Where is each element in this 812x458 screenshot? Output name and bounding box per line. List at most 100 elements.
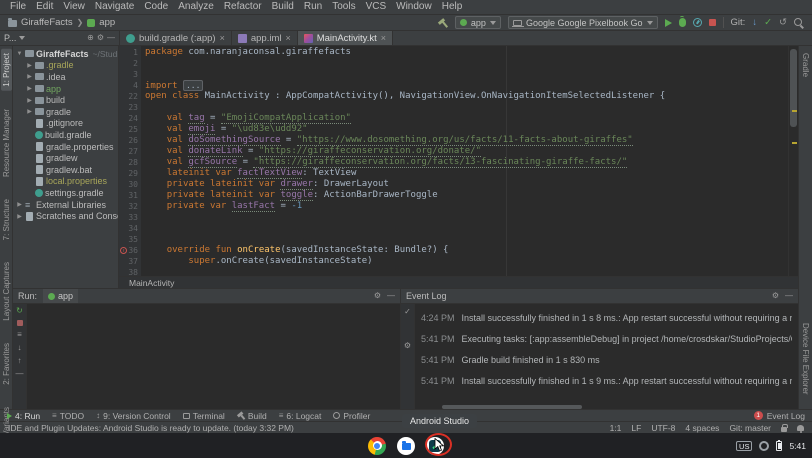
menu-item[interactable]: Edit — [31, 0, 58, 14]
run-toolbar-icon[interactable] — [16, 370, 24, 378]
code-line[interactable]: 27 val donateLink = "https://giraffecons… — [119, 146, 788, 157]
project-view-selector[interactable]: P... — [4, 33, 16, 43]
editor-tab[interactable]: app.iml — [232, 31, 298, 45]
debug-button[interactable] — [679, 18, 686, 27]
code-line[interactable]: 37 super.onCreate(savedInstanceState) — [119, 256, 788, 267]
run-toolbar-icon[interactable] — [16, 307, 23, 315]
code-line[interactable]: 25 val emoji = "\ud83e\udd92" — [119, 124, 788, 135]
tree-row[interactable]: ▶ .gradle — [13, 60, 118, 72]
event-log-strip-icon[interactable] — [404, 308, 411, 316]
close-tab-icon[interactable] — [381, 34, 386, 43]
tree-row[interactable]: gradlew.bat — [13, 164, 118, 176]
breadcrumb-project[interactable]: GiraffeFacts — [21, 17, 73, 28]
run-toolbar-icon[interactable] — [17, 320, 23, 326]
tree-row[interactable]: ▶ .idea — [13, 71, 118, 83]
toolwindow-button[interactable]: 6: Logcat — [279, 411, 322, 421]
line-separator[interactable]: LF — [631, 423, 641, 433]
tree-expand-arrow-icon[interactable]: ▶ — [16, 201, 23, 208]
run-console-output[interactable] — [27, 304, 400, 409]
code-line[interactable]: 22 open class MainActivity : AppCompatAc… — [119, 91, 788, 102]
tree-expand-arrow-icon[interactable]: ▶ — [26, 97, 33, 104]
editor-scrollbar[interactable] — [788, 46, 798, 276]
scrollbar-thumb[interactable] — [790, 49, 797, 127]
tree-row[interactable]: ▶ Scratches and Consoles — [13, 210, 118, 222]
tool-stripe-item-device-file-explorer[interactable]: Device File Explorer — [800, 319, 811, 399]
tree-expand-arrow-icon[interactable]: ▶ — [26, 62, 33, 69]
clock[interactable]: 5:41 — [789, 441, 806, 451]
menu-item[interactable]: Build — [267, 0, 299, 14]
indent-setting[interactable]: 4 spaces — [685, 423, 719, 433]
menu-item[interactable]: Tools — [327, 0, 360, 14]
code-line[interactable]: 26 val doSomethingSource = "https://www.… — [119, 135, 788, 146]
tree-row[interactable]: build.gradle — [13, 129, 118, 141]
tool-stripe-item-gradle[interactable]: Gradle — [800, 49, 811, 81]
menu-item[interactable]: Help — [437, 0, 468, 14]
tree-row[interactable]: .gitignore — [13, 118, 118, 130]
git-rollback-icon[interactable] — [779, 18, 787, 28]
tree-row[interactable]: settings.gradle — [13, 187, 118, 199]
run-toolbar-icon[interactable] — [18, 357, 22, 365]
code-line[interactable]: 35 — [119, 234, 788, 245]
code-line[interactable]: 4 import ... — [119, 80, 788, 91]
tree-row[interactable]: ▶ gradle — [13, 106, 118, 118]
caret-position[interactable]: 1:1 — [610, 423, 622, 433]
toolwindow-button[interactable]: TODO — [52, 411, 84, 421]
tray-status-icon[interactable] — [759, 441, 769, 451]
tree-row[interactable]: local.properties — [13, 176, 118, 188]
editor-tab[interactable]: build.gradle (:app) — [120, 31, 232, 45]
run-toolbar-icon[interactable] — [17, 331, 22, 339]
menu-item[interactable]: View — [58, 0, 90, 14]
horizontal-scrollbar[interactable] — [430, 405, 796, 409]
code-line[interactable]: 30 private lateinit var drawer: DrawerLa… — [119, 179, 788, 190]
panel-settings-gear-icon[interactable] — [97, 34, 104, 42]
file-encoding[interactable]: UTF-8 — [651, 423, 675, 433]
chrome-app-icon[interactable] — [368, 437, 386, 455]
locate-file-icon[interactable] — [87, 34, 94, 42]
close-tab-icon[interactable] — [285, 34, 290, 43]
hide-run-panel-icon[interactable] — [387, 292, 395, 300]
code-line[interactable]: 28 val gcfSource = "https://giraffeconse… — [119, 157, 788, 168]
tool-stripe-item[interactable]: 2: Favorites — [1, 339, 12, 389]
code-line[interactable]: 31 private lateinit var toggle: ActionBa… — [119, 190, 788, 201]
profiler-button[interactable] — [693, 18, 702, 27]
code-line[interactable]: 36 override fun onCreate(savedInstanceSt… — [119, 245, 788, 256]
editor-breadcrumb[interactable]: MainActivity — [119, 276, 798, 288]
git-commit-icon[interactable] — [764, 18, 772, 28]
tree-row[interactable]: gradle.properties — [13, 141, 118, 153]
hide-event-log-icon[interactable] — [785, 292, 793, 300]
override-gutter-icon[interactable] — [120, 247, 127, 254]
files-app-icon[interactable] — [397, 437, 415, 455]
code-line[interactable]: 24 val tag = "EmojiCompatApplication" — [119, 113, 788, 124]
tree-row[interactable]: gradlew — [13, 152, 118, 164]
run-toolbar-icon[interactable] — [18, 344, 22, 352]
search-everywhere-icon[interactable] — [794, 18, 804, 28]
tree-row[interactable]: ▶ External Libraries — [13, 199, 118, 211]
hide-panel-icon[interactable] — [107, 34, 115, 42]
tool-stripe-item[interactable]: 1: Project — [1, 49, 12, 91]
stop-button[interactable] — [709, 19, 716, 26]
tree-expand-arrow-icon[interactable]: ▶ — [26, 73, 33, 80]
menu-item[interactable]: Navigate — [90, 0, 139, 14]
editor-tab[interactable]: MainActivity.kt — [298, 31, 393, 45]
code-line[interactable]: 3 — [119, 69, 788, 80]
keyboard-layout-badge[interactable]: US — [736, 441, 752, 451]
read-only-lock-icon[interactable] — [781, 427, 787, 432]
event-log-button[interactable]: 1 Event Log — [754, 411, 805, 421]
menu-item[interactable]: VCS — [361, 0, 392, 14]
toolwindow-button[interactable]: 9: Version Control — [96, 411, 171, 421]
tree-row[interactable]: ▼ GiraffeFacts ~/StudioProjects/GiraffeF… — [13, 48, 118, 60]
close-tab-icon[interactable] — [220, 34, 225, 43]
code-line[interactable]: 2 — [119, 58, 788, 69]
tool-stripe-item[interactable]: Resource Manager — [1, 105, 12, 181]
toolwindow-button[interactable]: Profiler — [333, 411, 370, 421]
code-line[interactable]: 34 — [119, 223, 788, 234]
menu-item[interactable]: Window — [391, 0, 437, 14]
tree-expand-arrow-icon[interactable]: ▶ — [16, 213, 23, 220]
menu-item[interactable]: File — [5, 0, 31, 14]
notifications-bell-icon[interactable] — [797, 425, 804, 431]
code-line[interactable]: 1 package com.naranjaconsal.giraffefacts — [119, 47, 788, 58]
device-select[interactable]: Google Google Pixelbook Go — [508, 16, 658, 29]
code-line[interactable]: 23 — [119, 102, 788, 113]
toolwindow-button[interactable]: Terminal — [183, 411, 225, 421]
git-branch[interactable]: Git: master — [729, 423, 771, 433]
